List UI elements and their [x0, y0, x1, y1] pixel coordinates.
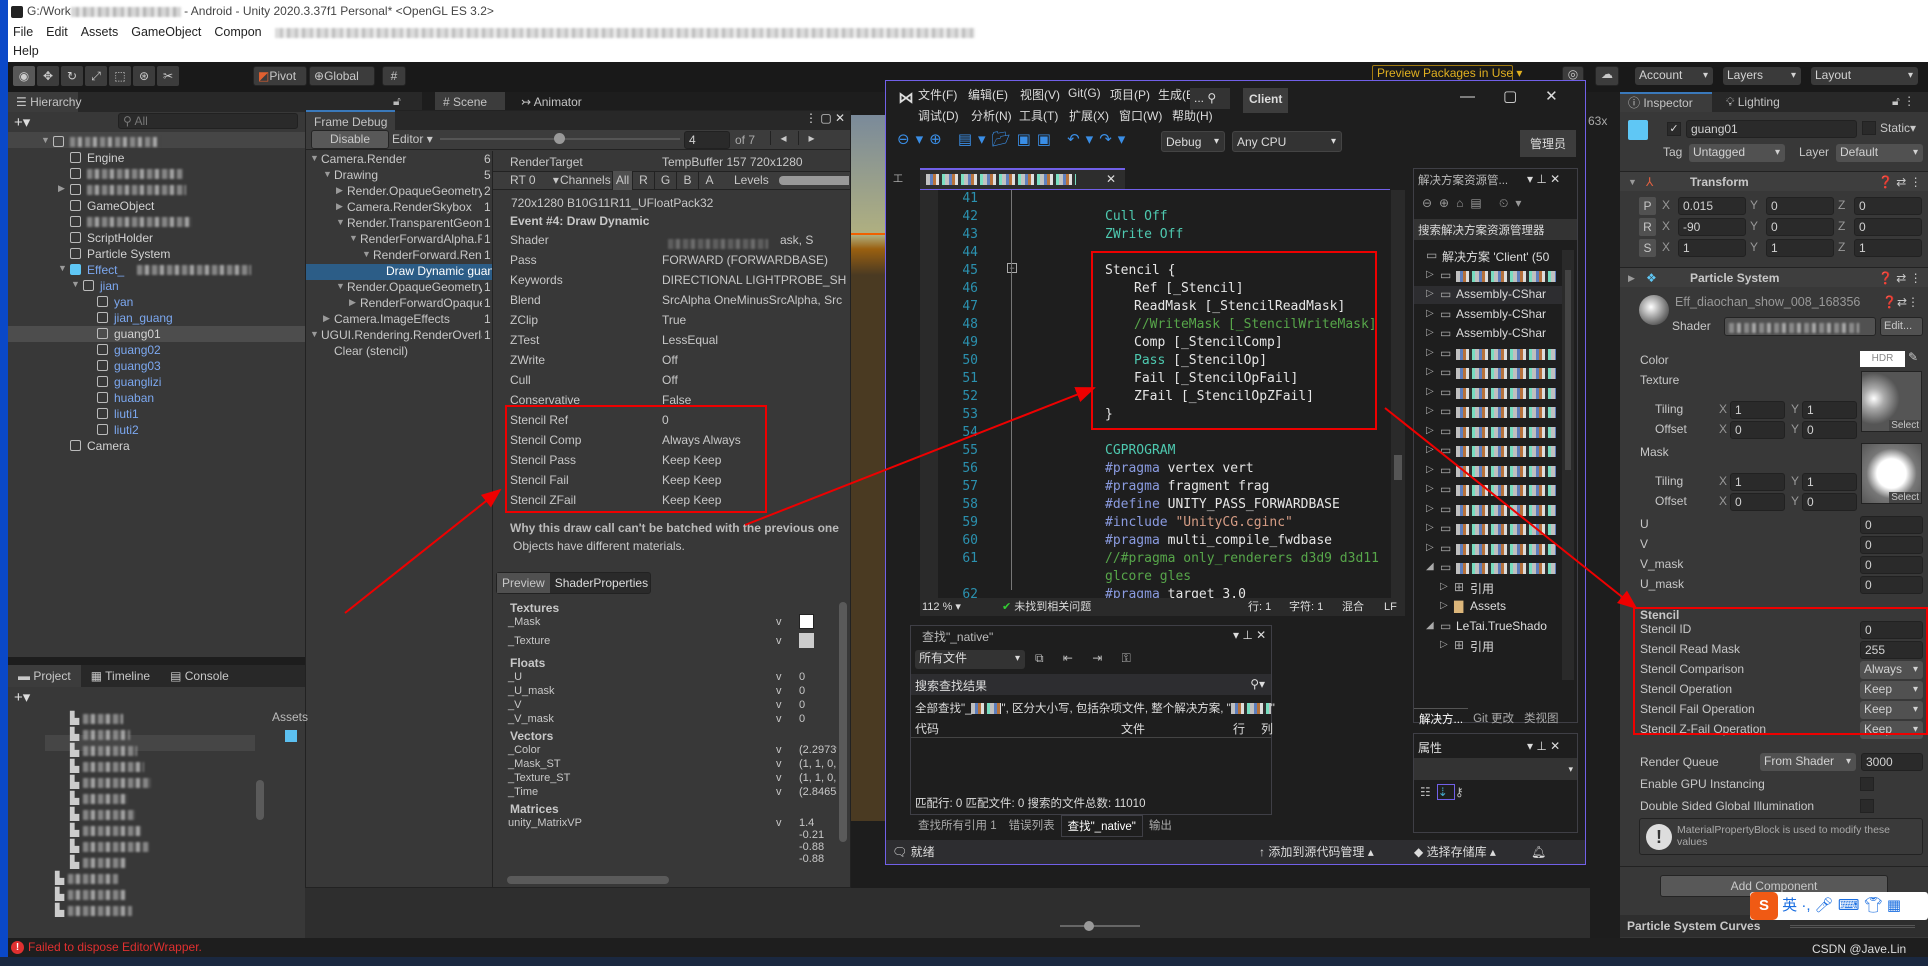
annotation-arrows: [344, 387, 1638, 614]
arrow-to-code: [744, 387, 1096, 526]
arrow-to-frame-debug: [344, 488, 502, 614]
arrow-to-inspector: [1384, 407, 1638, 610]
